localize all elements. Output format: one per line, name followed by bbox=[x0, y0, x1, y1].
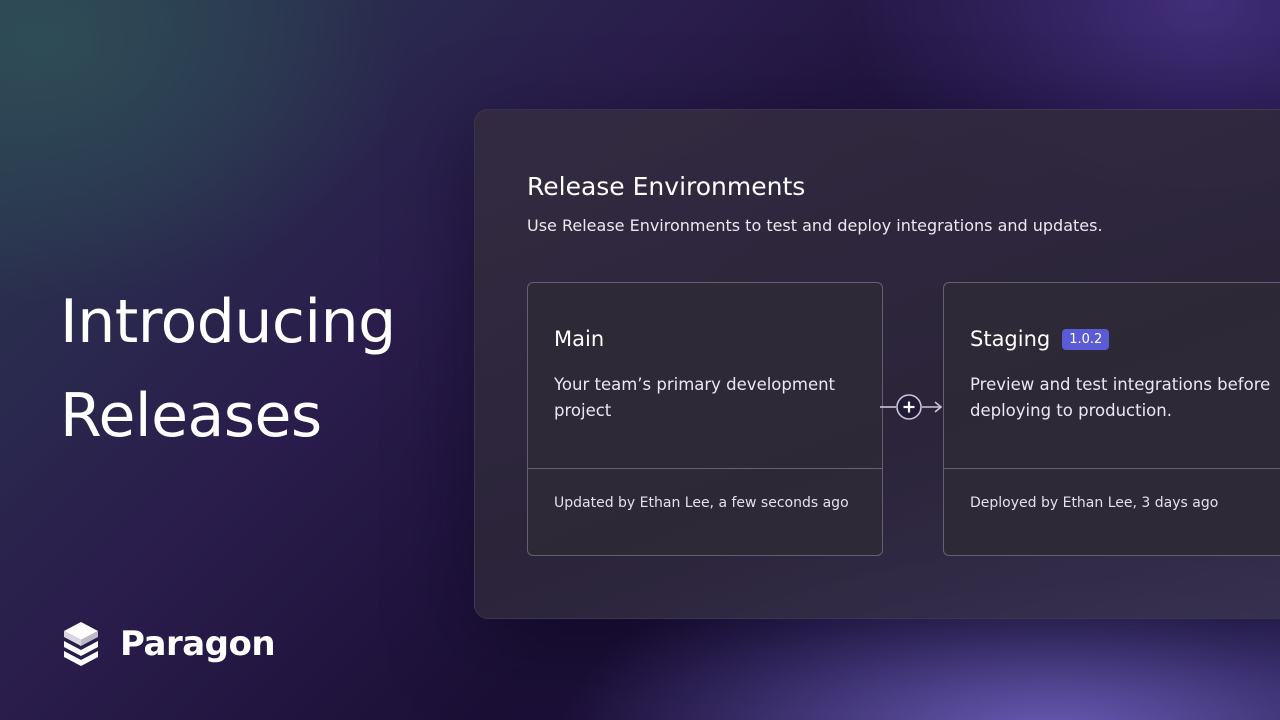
brand-name: Paragon bbox=[120, 624, 276, 664]
panel-title: Release Environments bbox=[527, 172, 806, 201]
brand: Paragon bbox=[60, 620, 276, 668]
panel-subtitle: Use Release Environments to test and dep… bbox=[527, 216, 1103, 235]
headline: Introducing Releases bbox=[60, 275, 460, 463]
environment-name: Main bbox=[554, 327, 605, 351]
environment-card-header: Main Your team’s primary development pro… bbox=[528, 283, 882, 469]
environment-connector bbox=[880, 394, 943, 420]
stacked-layers-icon bbox=[64, 622, 98, 666]
environment-card-staging[interactable]: Staging 1.0.2 Preview and test integrati… bbox=[943, 282, 1280, 556]
environment-deployed-status: Deployed by Ethan Lee, 3 days ago bbox=[970, 495, 1219, 511]
headline-line-2: Releases bbox=[60, 381, 322, 451]
headline-line-1: Introducing bbox=[60, 287, 396, 357]
environment-card-header: Staging 1.0.2 Preview and test integrati… bbox=[944, 283, 1280, 469]
environment-description: Your team’s primary development project bbox=[554, 375, 836, 420]
environment-card-main[interactable]: Main Your team’s primary development pro… bbox=[527, 282, 883, 556]
release-environments-panel: Release Environments Use Release Environ… bbox=[474, 109, 1280, 619]
environment-name: Staging bbox=[970, 327, 1051, 351]
plus-circle-icon[interactable] bbox=[896, 394, 922, 420]
environment-description: Preview and test integrations before dep… bbox=[970, 375, 1271, 420]
version-badge: 1.0.2 bbox=[1062, 328, 1110, 350]
environment-updated-status: Updated by Ethan Lee, a few seconds ago bbox=[554, 495, 849, 511]
